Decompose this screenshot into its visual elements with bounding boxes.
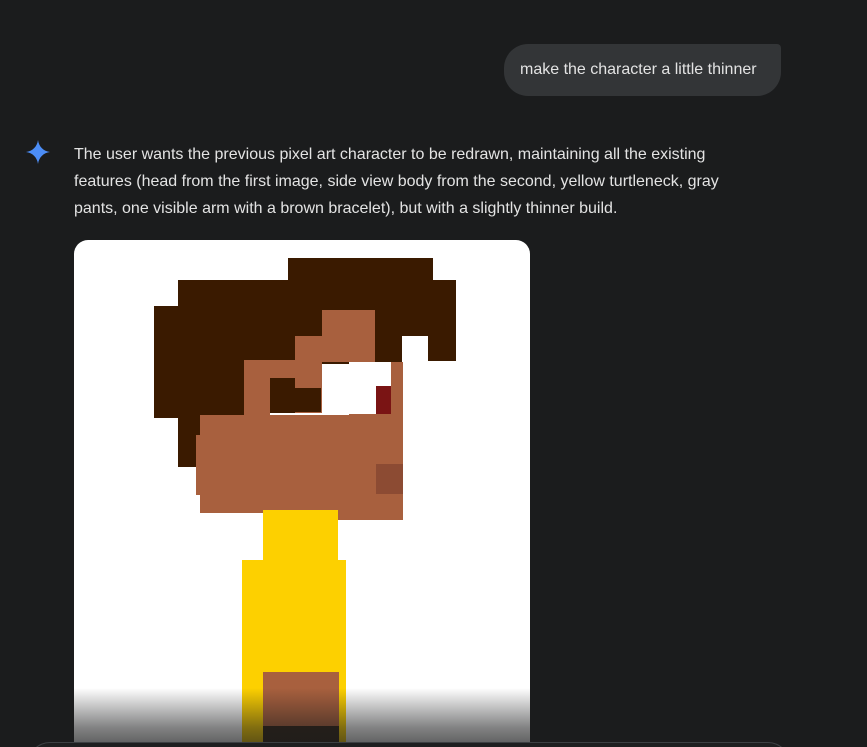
chat-view: make the character a little thinner The …	[0, 0, 867, 747]
generated-image[interactable]	[74, 240, 530, 747]
character-mouth	[376, 464, 403, 494]
character-arm	[263, 672, 339, 728]
user-message-bubble: make the character a little thinner	[504, 44, 781, 96]
prompt-input-box[interactable]	[28, 742, 790, 747]
pixel-art-character	[154, 258, 456, 747]
sparkle-icon	[26, 140, 50, 164]
character-pupil	[376, 386, 391, 414]
model-response-text: The user wants the previous pixel art ch…	[74, 146, 719, 217]
